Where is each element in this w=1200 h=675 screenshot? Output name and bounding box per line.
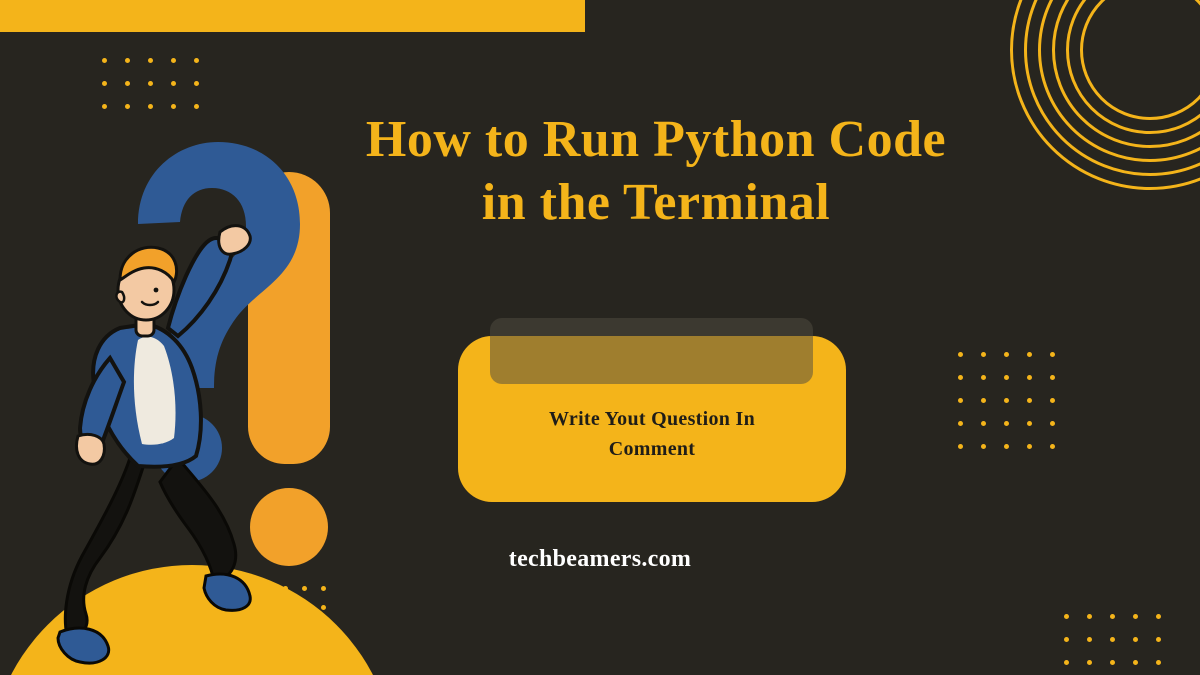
dot-grid-icon [958,352,1055,449]
concentric-arcs-icon [1010,0,1200,190]
site-name: techbeamers.com [0,546,1200,573]
cta-line-2: Comment [609,438,696,460]
cta-panel: Write Yout Question In Comment [458,336,846,502]
dot-grid-icon [1064,614,1161,665]
top-accent-bar [0,0,585,32]
cta-overlay [490,318,813,384]
cta-text: Write Yout Question In Comment [458,404,846,464]
page-title: How to Run Python Code in the Terminal [346,108,966,235]
running-person-illustration [28,208,298,675]
dot-grid-icon [102,58,199,109]
cta-line-1: Write Yout Question In [549,408,755,430]
